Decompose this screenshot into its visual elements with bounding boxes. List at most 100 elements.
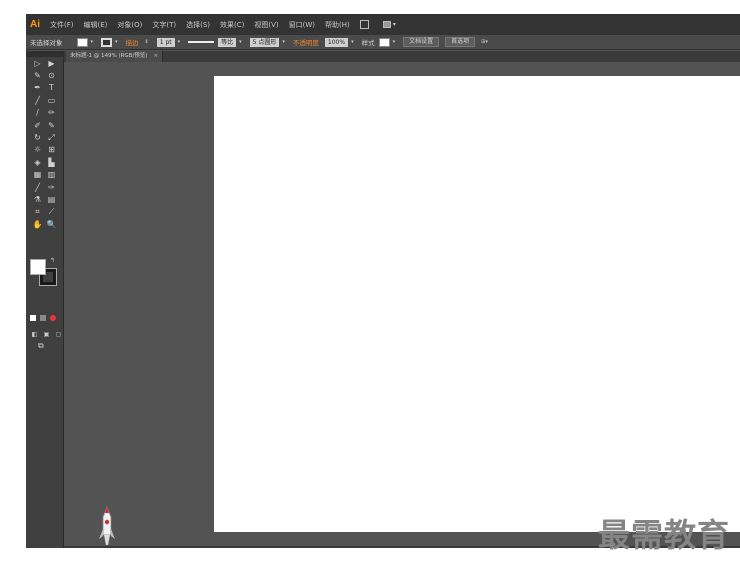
stepper-icon[interactable]: ⇕ bbox=[145, 39, 149, 45]
style-label: 样式 bbox=[361, 39, 375, 47]
gradient-mode-icon[interactable] bbox=[40, 315, 46, 321]
selection-status: 未选择对象 bbox=[30, 39, 63, 47]
none-mode-icon[interactable] bbox=[50, 315, 56, 321]
tool-button-icon[interactable]: ▭ bbox=[45, 95, 59, 106]
document-tab-strip: 未标题-1 @ 149% (RGB/预览) × bbox=[64, 51, 740, 62]
tool-button-icon[interactable]: ▦ bbox=[31, 169, 45, 180]
stroke-profile-dropdown[interactable]: 等比 bbox=[218, 37, 237, 47]
draw-behind-icon[interactable]: ▣ bbox=[42, 329, 51, 340]
graphic-style-swatch[interactable] bbox=[378, 37, 390, 47]
tool-button-icon[interactable]: T bbox=[45, 82, 59, 93]
tool-button-icon[interactable]: ⟋ bbox=[45, 206, 59, 217]
tool-row: ↻ ⤢ bbox=[26, 131, 63, 143]
tool-button-icon[interactable]: ✑ bbox=[45, 182, 59, 193]
menu-select[interactable]: 选择(S) bbox=[186, 20, 210, 30]
app-logo: Ai bbox=[30, 18, 40, 30]
document-tab[interactable]: 未标题-1 @ 149% (RGB/预览) × bbox=[66, 51, 164, 62]
tool-row: ☼ ⊞ bbox=[26, 144, 63, 156]
tool-button-icon[interactable]: ⌗ bbox=[31, 206, 45, 217]
tool-button-icon[interactable]: ⚗ bbox=[31, 194, 45, 205]
chevron-down-icon[interactable]: ▾ bbox=[239, 39, 242, 45]
menu-object[interactable]: 对象(O) bbox=[117, 20, 142, 30]
tool-button-icon[interactable]: ↻ bbox=[31, 132, 45, 143]
chevron-down-icon[interactable]: ▾ bbox=[393, 39, 396, 45]
chevron-down-icon[interactable]: ▾ bbox=[91, 39, 94, 45]
preferences-button[interactable]: 首选项 bbox=[445, 37, 476, 47]
brush-dropdown[interactable]: 5 点圆形 bbox=[249, 37, 280, 47]
tool-button-icon[interactable]: ▤ bbox=[45, 194, 59, 205]
fill-color-swatch[interactable] bbox=[76, 37, 88, 47]
tool-button-icon[interactable]: ▙ bbox=[45, 157, 59, 168]
tool-button-icon[interactable]: ╱ bbox=[31, 95, 45, 106]
canvas-area[interactable] bbox=[64, 62, 740, 548]
tool-button-icon[interactable]: ▷ bbox=[31, 58, 45, 69]
tool-button-icon[interactable]: ☼ bbox=[31, 144, 45, 155]
screen-mode-icon[interactable]: ⧉ bbox=[38, 341, 44, 351]
menu-file[interactable]: 文件(F) bbox=[50, 20, 74, 30]
tool-button-icon[interactable]: ⊞ bbox=[45, 144, 59, 155]
draw-inside-icon[interactable]: ▢ bbox=[54, 329, 63, 340]
menu-help[interactable]: 帮助(H) bbox=[325, 20, 350, 30]
tool-button-icon[interactable]: ◈ bbox=[31, 157, 45, 168]
tool-row: ✐ ✎ bbox=[26, 119, 63, 131]
fill-stroke-control: ↰ bbox=[30, 257, 58, 287]
stroke-profile-preview[interactable] bbox=[188, 41, 215, 43]
tool-row: ╱ ✑ bbox=[26, 181, 63, 193]
tool-row: ✒ T bbox=[26, 82, 63, 94]
rocket-icon bbox=[99, 505, 115, 545]
tool-button-icon[interactable]: 🔍 bbox=[45, 219, 59, 230]
tool-row: ╱ ▭ bbox=[26, 94, 63, 106]
tools-panel: ▷ ▶ ✎ ⊙ ✒ T ╱ ▭ / ✏ ✐ ✎ ↻ ⤢ ☼ ⊞ ◈ ▙ ▦ ▥ ╱ ✑ ⚗ ▤ ⌗ ⟋ ✋ 🔍 ↰ ◧ ▣ ▢ ⧉ bbox=[26, 51, 64, 548]
menu-effect[interactable]: 效果(C) bbox=[220, 20, 244, 30]
tool-button-icon[interactable]: ⊙ bbox=[45, 70, 59, 81]
stroke-link[interactable]: 描边 bbox=[126, 37, 139, 47]
chevron-down-icon[interactable]: ▾ bbox=[282, 39, 285, 45]
tool-button-icon[interactable]: ✎ bbox=[31, 70, 45, 81]
draw-mode-row: ◧ ▣ ▢ bbox=[30, 329, 63, 340]
color-mode-icon[interactable] bbox=[30, 315, 36, 321]
opacity-field[interactable]: 100% bbox=[324, 37, 349, 47]
tool-row: ⌗ ⟋ bbox=[26, 206, 63, 218]
opacity-link[interactable]: 不透明度 bbox=[293, 37, 319, 47]
close-icon[interactable]: × bbox=[153, 53, 158, 59]
control-bar: 未选择对象 ▾ ▾ 描边 ⇕ 1 pt ▾ 等比 ▾ 5 点圆形 ▾ 不透明度 … bbox=[26, 35, 740, 50]
tool-button-icon[interactable]: ✋ bbox=[31, 219, 45, 230]
menu-window[interactable]: 窗口(W) bbox=[289, 20, 315, 30]
chevron-down-icon[interactable]: ▾ bbox=[178, 39, 181, 45]
arrange-documents-icon[interactable] bbox=[382, 21, 391, 28]
bridge-icon[interactable] bbox=[359, 20, 369, 29]
tool-button-icon[interactable]: ▥ bbox=[45, 169, 59, 180]
document-setup-button[interactable]: 文档设置 bbox=[403, 37, 440, 47]
artboard[interactable] bbox=[214, 76, 740, 532]
color-mode-row bbox=[30, 315, 56, 321]
menu-bar: Ai 文件(F) 编辑(E) 对象(O) 文字(T) 选择(S) 效果(C) 视… bbox=[26, 14, 740, 35]
fill-swatch[interactable] bbox=[30, 259, 46, 275]
tool-button-icon[interactable]: ╱ bbox=[31, 182, 45, 193]
chevron-down-icon[interactable]: ▾ bbox=[351, 39, 354, 45]
watermark-logo: 最需教育 bbox=[597, 516, 730, 554]
tool-button-icon[interactable]: ✐ bbox=[31, 120, 45, 131]
illustrator-window: Ai 文件(F) 编辑(E) 对象(O) 文字(T) 选择(S) 效果(C) 视… bbox=[26, 14, 740, 548]
stroke-color-swatch[interactable] bbox=[101, 37, 113, 47]
tool-row: ▦ ▥ bbox=[26, 169, 63, 181]
tool-row: / ✏ bbox=[26, 107, 63, 119]
stroke-weight-field[interactable]: 1 pt bbox=[156, 37, 175, 47]
chevron-down-icon[interactable]: ▾ bbox=[115, 39, 118, 45]
tool-button-icon[interactable]: ⤢ bbox=[45, 132, 59, 143]
tool-grid: ▷ ▶ ✎ ⊙ ✒ T ╱ ▭ / ✏ ✐ ✎ ↻ ⤢ ☼ ⊞ ◈ ▙ ▦ ▥ ╱ ✑ ⚗ ▤ ⌗ ⟋ ✋ 🔍 bbox=[26, 57, 63, 230]
tool-row: ✋ 🔍 bbox=[26, 218, 63, 230]
tool-button-icon[interactable]: / bbox=[31, 107, 45, 118]
arrange-icon[interactable]: ⊞▾ bbox=[481, 39, 488, 45]
chevron-down-icon[interactable]: ▾ bbox=[393, 21, 396, 28]
tool-button-icon[interactable]: ▶ bbox=[45, 58, 59, 69]
menu-view[interactable]: 视图(V) bbox=[254, 20, 278, 30]
swap-fill-stroke-icon[interactable]: ↰ bbox=[50, 257, 55, 264]
tool-row: ▷ ▶ bbox=[26, 57, 63, 69]
menu-type[interactable]: 文字(T) bbox=[152, 20, 176, 30]
draw-normal-icon[interactable]: ◧ bbox=[30, 329, 39, 340]
menu-edit[interactable]: 编辑(E) bbox=[84, 20, 108, 30]
tool-row: ◈ ▙ bbox=[26, 156, 63, 168]
tool-button-icon[interactable]: ✒ bbox=[31, 82, 45, 93]
tool-button-icon[interactable]: ✎ bbox=[45, 120, 59, 131]
tool-button-icon[interactable]: ✏ bbox=[45, 107, 59, 118]
